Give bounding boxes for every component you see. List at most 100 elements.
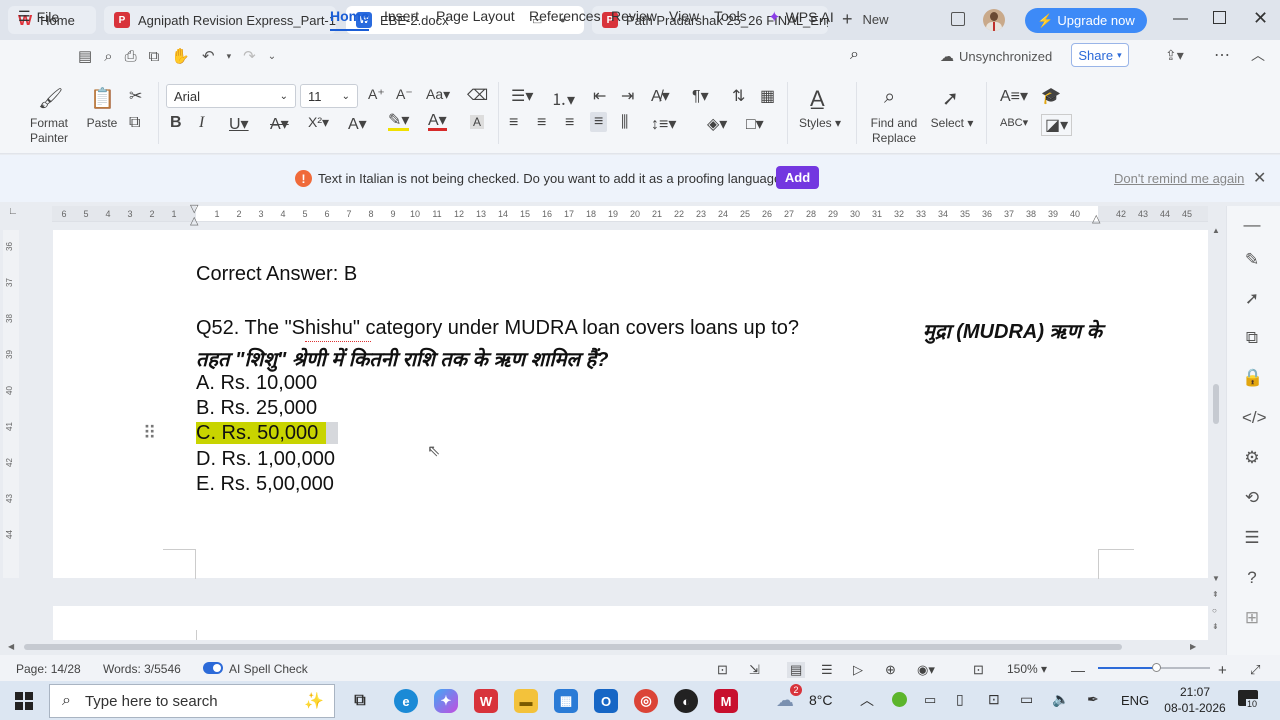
wps-office-icon[interactable]: W <box>474 689 498 713</box>
border-box-icon[interactable]: □▾ <box>746 114 764 134</box>
undo-dropdown-icon[interactable]: ▾ <box>227 51 232 62</box>
new-tab-button[interactable]: + New <box>842 10 889 28</box>
history-icon[interactable]: ⟲ <box>1242 488 1262 508</box>
windows-start-icon[interactable] <box>15 692 33 710</box>
scrollbar-thumb[interactable] <box>24 644 1122 650</box>
increase-indent-icon[interactable]: ⇥ <box>621 86 634 106</box>
shading-icon[interactable]: ◈▾ <box>707 114 727 134</box>
save-icon[interactable]: ▤ <box>78 47 92 65</box>
share-link-icon[interactable]: ⌕ <box>104 48 112 65</box>
fullscreen-icon[interactable]: ⤢ <box>1250 662 1260 678</box>
menu-view[interactable]: View <box>669 8 699 24</box>
next-page-icon[interactable]: ⇟ <box>1212 622 1219 631</box>
paste-button[interactable]: 📋 Paste <box>80 86 122 136</box>
increase-font-icon[interactable]: A⁺ <box>368 86 385 103</box>
phone-icon[interactable]: ▯ <box>956 691 964 708</box>
temperature[interactable]: 8°C <box>809 692 833 708</box>
zoom-out-icon[interactable]: — <box>1071 662 1085 678</box>
hand-icon[interactable]: ✋ <box>171 47 190 65</box>
display-icon[interactable]: ⊡ <box>988 691 1000 708</box>
export-icon[interactable]: ⇲ <box>749 662 760 678</box>
spell-check-icon[interactable]: ABC▾ <box>1000 116 1028 129</box>
vertical-scrollbar[interactable]: ▲ ▼ ⇞ ○ ⇟ <box>1210 226 1222 636</box>
dont-remind-link[interactable]: Don't remind me again <box>1114 171 1244 186</box>
undo-icon[interactable]: ↶ <box>202 47 215 65</box>
pen-tray-icon[interactable]: ✒ <box>1087 691 1099 708</box>
share-button[interactable]: Share ▾ <box>1071 43 1129 67</box>
right-indent-icon[interactable]: △ <box>1092 212 1100 225</box>
green-tray-icon[interactable] <box>892 692 907 707</box>
text-direction-icon[interactable]: A̸▾ <box>651 86 670 106</box>
superscript-icon[interactable]: X²▾ <box>308 114 329 131</box>
word-count[interactable]: Words: 3/5546 <box>103 662 181 676</box>
underline-icon[interactable]: U▾ <box>229 114 249 134</box>
eraser-icon[interactable]: ⌫ <box>467 86 488 104</box>
distributed-icon[interactable]: ⫼ <box>621 114 628 132</box>
menu-page-layout[interactable]: Page Layout <box>436 8 515 24</box>
clock[interactable]: 21:07 08-01-2026 <box>1160 684 1230 716</box>
weather-widget[interactable]: ☁ 2 <box>776 684 802 710</box>
paragraph-mark-icon[interactable]: ¶▾ <box>692 86 709 106</box>
copy-layer-icon[interactable]: ⧉ <box>1242 328 1262 348</box>
upgrade-button[interactable]: ⚡ Upgrade now <box>1025 8 1147 33</box>
menu-tools[interactable]: Tools <box>714 8 747 24</box>
font-color-icon[interactable]: A▾ <box>428 113 447 131</box>
page-count[interactable]: Page: 14/28 <box>16 662 81 676</box>
close-icon[interactable]: ✕ <box>1253 8 1268 29</box>
bullets-icon[interactable]: ☰▾ <box>511 86 533 106</box>
zoom-slider-thumb[interactable] <box>1152 663 1161 672</box>
edge-browser-icon[interactable]: e <box>394 689 418 713</box>
close-icon[interactable]: ✕ <box>1253 168 1266 188</box>
redo-icon[interactable]: ↷ <box>243 47 256 65</box>
list-outline-icon[interactable]: ☰ <box>1242 528 1262 548</box>
select-pointer-icon[interactable]: ➚ <box>1242 289 1262 309</box>
print-icon[interactable]: ⎙ <box>125 48 137 65</box>
justify-icon[interactable]: ≡ <box>590 112 608 132</box>
print-preview-icon[interactable]: ⧉ <box>149 48 160 65</box>
select-browse-icon[interactable]: ○ <box>1212 606 1217 615</box>
more-icon[interactable]: ⋯ <box>1214 45 1230 65</box>
avatar[interactable] <box>983 9 1005 31</box>
decrease-font-icon[interactable]: A⁻ <box>396 86 413 103</box>
page-view-icon[interactable]: ▤ <box>787 662 806 678</box>
scrollbar-thumb[interactable] <box>1213 384 1219 424</box>
strikethrough-icon[interactable]: A▾ <box>270 114 289 134</box>
zoom-level[interactable]: 150% ▾ <box>1007 662 1047 676</box>
battery-icon[interactable]: ▭ <box>1020 691 1033 708</box>
eye-protection-icon[interactable]: ◉▾ <box>917 662 935 678</box>
search-icon[interactable]: ⌕ <box>850 46 859 64</box>
settings-sliders-icon[interactable]: ⚙ <box>1242 448 1262 468</box>
volume-icon[interactable]: 🔈 <box>1052 691 1069 708</box>
store-icon[interactable]: ▦ <box>554 689 578 713</box>
outlook-icon[interactable]: O <box>594 689 618 713</box>
meet-icon[interactable]: ▭ <box>924 692 936 708</box>
text-effect-icon[interactable]: A▾ <box>348 114 367 134</box>
collapse-toolbar-icon[interactable]: ⇪▾ <box>1165 47 1184 64</box>
play-icon[interactable]: ▷ <box>853 662 863 678</box>
decrease-indent-icon[interactable]: ⇤ <box>593 86 606 106</box>
numbering-icon[interactable]: ⒈▾ <box>551 86 575 110</box>
italic-icon[interactable]: I <box>199 114 204 132</box>
chevron-up-icon[interactable]: ︿ <box>1251 45 1265 65</box>
format-painter-button[interactable]: 🖌 Format Painter <box>26 86 72 148</box>
graduation-cap-icon[interactable]: 🎓 <box>1041 86 1061 106</box>
tab-stop-icon[interactable]: ∟ <box>8 206 18 217</box>
maximize-icon[interactable] <box>1213 11 1226 24</box>
highlight-icon[interactable]: ✎▾ <box>388 113 410 131</box>
taskbar-search-box[interactable]: ⌕ Type here to search ✨ <box>49 684 335 718</box>
font-name-select[interactable]: Arial ⌄ <box>166 84 296 108</box>
char-shading-icon[interactable]: A <box>470 115 485 129</box>
menu-review[interactable]: Review <box>611 8 657 24</box>
indent-marker-icon[interactable]: △ <box>190 214 198 227</box>
zoom-slider[interactable] <box>1098 663 1210 672</box>
change-case-icon[interactable]: Aa▾ <box>426 86 450 103</box>
media-app-icon[interactable]: ◐ <box>674 689 698 713</box>
text-tools-icon[interactable]: A≡▾ <box>1000 86 1028 106</box>
styles-button[interactable]: A̲ Styles ▾ <box>798 86 842 136</box>
copilot-icon[interactable]: ✦ <box>434 689 458 713</box>
bold-icon[interactable]: B <box>170 114 182 132</box>
pen-icon[interactable]: ✎ <box>1242 250 1262 270</box>
menu-wps-ai[interactable]: ✦ WPS AI <box>768 8 834 26</box>
drag-handle-icon[interactable]: ⠿ <box>143 423 156 444</box>
window-switch-icon[interactable] <box>951 12 965 26</box>
